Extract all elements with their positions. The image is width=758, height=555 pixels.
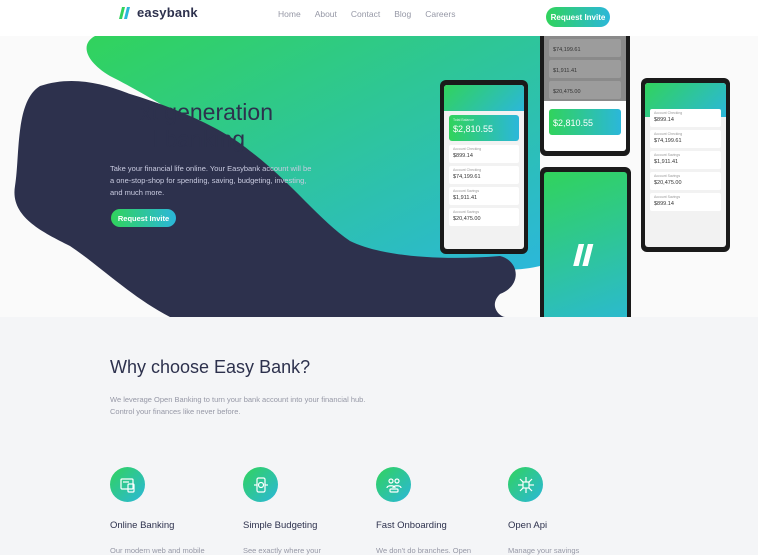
hero-title: xt generation l banking [110, 99, 330, 153]
account-value: $1,911.41 [553, 68, 578, 74]
account-item: Account Checking $899.14 [449, 145, 519, 163]
account-label: Account Savings [654, 174, 681, 178]
nav-about[interactable]: About [315, 9, 337, 19]
main-nav: Home About Contact Blog Careers [278, 9, 455, 19]
feature-text: See exactly where your [243, 546, 321, 555]
account-value: $1,911.41 [654, 159, 679, 165]
account-item: $74,199.61 [549, 39, 621, 57]
feature-text: We don't do branches. Open [376, 546, 472, 555]
phone-mockup-3: Account Checking $899.14 Account Checking… [641, 78, 730, 252]
phone-screen [544, 172, 627, 317]
logo-icon [573, 244, 594, 266]
phone-mockup-4 [540, 167, 631, 317]
feature-title: Open Api [508, 520, 548, 531]
logo[interactable]: easybank [119, 5, 198, 20]
feature-text: Manage your savings [508, 546, 580, 555]
feature-simple-budgeting: Simple Budgeting See exactly where your [243, 467, 363, 555]
account-item: Account Savings $899.14 [650, 193, 721, 211]
account-value: $74,199.61 [553, 47, 581, 53]
logo-icon [119, 6, 130, 19]
account-item: Account Checking $899.14 [650, 109, 721, 127]
account-label: Account Checking [453, 147, 482, 151]
why-text-line2: Control your finances like never before. [110, 407, 241, 416]
why-description: We leverage Open Banking to turn your ba… [110, 394, 410, 418]
account-item: Account Savings $1,911.41 [650, 151, 721, 169]
account-item: Account Savings $20,475.00 [650, 172, 721, 190]
account-label: Account Checking [654, 132, 683, 136]
phone-screen: Total Balance $2,810.55 Account Checking… [444, 85, 524, 249]
balance-label: Total Balance [453, 118, 475, 122]
feature-title: Simple Budgeting [243, 520, 318, 531]
hero-request-invite-button[interactable]: Request Invite [111, 209, 176, 227]
request-invite-button[interactable]: Request Invite [546, 7, 610, 27]
balance-value: $2,810.55 [453, 124, 494, 134]
feature-open-api: Open Api Manage your savings [508, 467, 628, 555]
phone-screen: $74,199.61 $1,911.41 $20,475.00 $2,810.5… [544, 36, 626, 151]
account-value: $899.14 [654, 201, 674, 207]
phone-mockup-2: $74,199.61 $1,911.41 $20,475.00 $2,810.5… [540, 36, 630, 156]
nav-home[interactable]: Home [278, 9, 301, 19]
api-icon [508, 467, 543, 502]
hero-title-line2: l banking [153, 126, 246, 152]
account-item: Account Savings $1,911.41 [449, 187, 519, 205]
account-label: Account Checking [654, 111, 683, 115]
account-value: $899.14 [453, 153, 473, 159]
account-label: Account Savings [453, 189, 480, 193]
logo-text: easybank [137, 5, 198, 20]
account-item: Account Checking $74,199.61 [650, 130, 721, 148]
balance-card: Total Balance $2,810.55 [449, 115, 519, 141]
phone-mockup-1: Total Balance $2,810.55 Account Checking… [440, 80, 528, 254]
feature-title: Online Banking [110, 520, 175, 531]
account-value: $20,475.00 [453, 216, 481, 222]
onboarding-icon [376, 467, 411, 502]
account-label: Account Savings [654, 153, 681, 157]
account-item: Account Savings $20,475.00 [449, 208, 519, 226]
nav-contact[interactable]: Contact [351, 9, 380, 19]
account-value: $1,911.41 [453, 195, 478, 201]
phone-header [444, 85, 524, 111]
account-item: $20,475.00 [549, 81, 621, 99]
hero-description: Take your financial life online. Your Ea… [110, 164, 312, 197]
phone-screen: Account Checking $899.14 Account Checking… [645, 83, 726, 247]
account-label: Account Savings [453, 210, 480, 214]
balance-card: $2,810.55 [549, 109, 621, 135]
account-value: $20,475.00 [654, 180, 682, 186]
feature-text: Our modern web and mobile [110, 546, 205, 555]
hero-title-line1: xt generation [140, 99, 273, 125]
hero-section: xt generation l banking Take your financ… [0, 36, 758, 317]
account-value: $899.14 [654, 117, 674, 123]
feature-title: Fast Onboarding [376, 520, 447, 531]
feature-online-banking: Online Banking Our modern web and mobile [110, 467, 230, 555]
account-item: Account Checking $74,199.61 [449, 166, 519, 184]
why-title: Why choose Easy Bank? [110, 357, 311, 377]
balance-value: $2,810.55 [553, 118, 594, 128]
nav-blog[interactable]: Blog [394, 9, 411, 19]
account-value: $20,475.00 [553, 89, 581, 95]
why-section: Why choose Easy Bank? We leverage Open B… [0, 317, 758, 555]
account-label: Account Savings [654, 195, 681, 199]
feature-fast-onboarding: Fast Onboarding We don't do branches. Op… [376, 467, 496, 555]
site-header: easybank Home About Contact Blog Careers… [0, 0, 758, 36]
online-banking-icon [110, 467, 145, 502]
account-value: $74,199.61 [453, 174, 481, 180]
budgeting-icon [243, 467, 278, 502]
why-text-line1: We leverage Open Banking to turn your ba… [110, 395, 366, 404]
account-value: $74,199.61 [654, 138, 682, 144]
nav-careers[interactable]: Careers [425, 9, 455, 19]
account-label: Account Checking [453, 168, 482, 172]
account-item: $1,911.41 [549, 60, 621, 78]
